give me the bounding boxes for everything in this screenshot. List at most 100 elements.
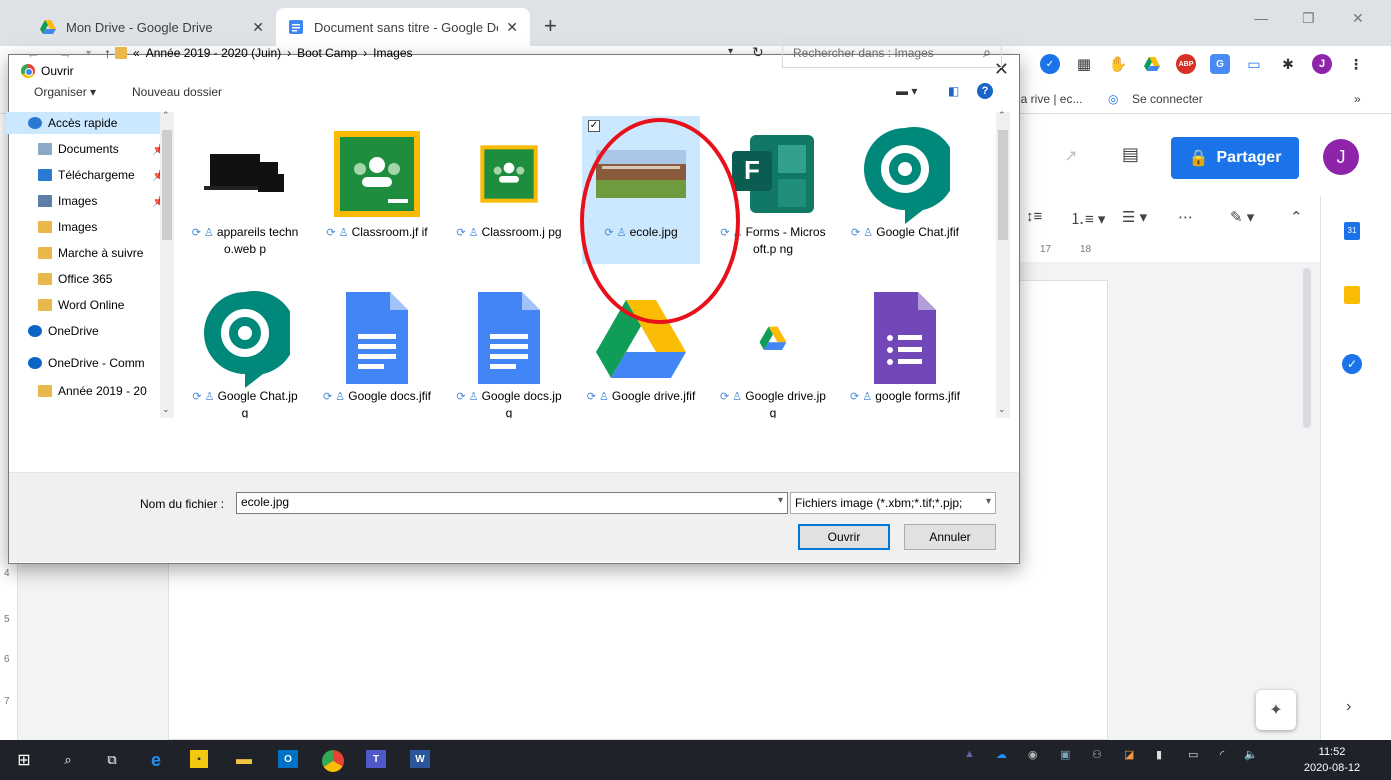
comments-icon[interactable]: ▤ (1122, 144, 1139, 165)
ext-grid-icon[interactable]: ▦ (1074, 54, 1094, 74)
file-explorer-icon[interactable]: ▬ (234, 750, 254, 770)
ext-check-icon[interactable]: ✓ (1040, 54, 1060, 74)
back-arrow-icon[interactable]: ← (26, 45, 40, 61)
files-scrollbar[interactable]: ⌃ ⌄ (996, 110, 1010, 418)
volume-icon[interactable]: 🔈 (1244, 748, 1258, 761)
breadcrumb-part[interactable]: Année 2019 - 2020 (Juin) (146, 46, 281, 60)
ext-translate-icon[interactable]: G (1210, 54, 1230, 74)
nav-item[interactable]: Images (6, 216, 166, 238)
window-close-icon[interactable]: ✕ (1352, 10, 1364, 27)
file-tile[interactable]: ⟳ ♙ Google Chat.jpg (186, 280, 304, 418)
bulleted-list-icon[interactable]: ☰ ▾ (1122, 208, 1147, 226)
more-options-icon[interactable]: ⋯ (1178, 208, 1193, 226)
close-icon[interactable]: ✕ (506, 19, 518, 36)
nav-item[interactable]: Documents📌 (6, 138, 166, 160)
keep-icon[interactable] (1344, 286, 1360, 304)
nav-item[interactable]: Accès rapide (6, 112, 166, 134)
restore-icon[interactable]: ❐ (1302, 10, 1315, 27)
document-scrollbar[interactable] (1303, 268, 1311, 428)
nav-item[interactable]: Marche à suivre (6, 242, 166, 264)
usb-tray-icon[interactable]: ▮ (1156, 748, 1162, 761)
view-options-icon[interactable]: ▬ ▾ (896, 84, 917, 98)
breadcrumb-overflow[interactable]: « (133, 46, 140, 60)
search-icon[interactable]: ⌕ (58, 750, 78, 770)
ext-cast-icon[interactable]: ▭ (1244, 54, 1264, 74)
nav-item[interactable]: OneDrive (6, 320, 166, 342)
teams-tray-icon[interactable]: ▲ (964, 748, 975, 760)
wifi-icon[interactable]: ◜ (1220, 748, 1224, 761)
file-tile[interactable]: ⟳ ♙ google forms.jfif (846, 280, 964, 418)
app-tray-icon-2[interactable]: ◪ (1124, 748, 1134, 761)
outlook-icon[interactable]: O (278, 750, 298, 768)
bookmark-item[interactable]: la rive | ec... (1018, 92, 1082, 106)
edge-icon[interactable]: e (146, 750, 166, 770)
profile-avatar[interactable]: J (1312, 54, 1332, 74)
scroll-down-icon[interactable]: ⌄ (162, 404, 170, 415)
new-tab-plus-icon[interactable]: + (544, 15, 557, 37)
connect-tray-icon[interactable]: ⚇ (1092, 748, 1102, 761)
open-button[interactable]: Ouvrir (798, 524, 890, 550)
file-tile[interactable]: ⟳ ♙ Google docs.jfif (318, 280, 436, 418)
refresh-icon[interactable]: ↻ (752, 44, 764, 61)
chrome-icon[interactable] (322, 750, 344, 772)
close-icon[interactable]: ✕ (252, 19, 264, 36)
file-tile[interactable]: ⟳ ♙ Google Chat.jfif (846, 116, 964, 264)
network-status-icon[interactable]: ◉ (1028, 748, 1038, 761)
file-tile[interactable]: ⟳ ♙ Classroom.j pg (450, 116, 568, 264)
ext-drive-icon[interactable] (1142, 54, 1162, 74)
search-input[interactable]: Rechercher dans : Images ⌕ (782, 38, 1002, 68)
scroll-thumb[interactable] (998, 130, 1008, 240)
file-tile[interactable]: ⟳ ♙ Classroom.jf if (318, 116, 436, 264)
tasks-icon[interactable]: ✓ (1342, 354, 1362, 374)
new-folder-button[interactable]: Nouveau dossier (132, 85, 222, 99)
app-tray-icon[interactable]: ▣ (1060, 748, 1070, 761)
explore-button[interactable]: ✦ (1256, 690, 1296, 730)
nav-item[interactable]: Année 2019 - 20 (6, 380, 166, 402)
file-name-input[interactable]: ecole.jpg ▾ (236, 492, 788, 514)
forward-arrow-icon[interactable]: → (58, 45, 72, 61)
nav-item[interactable]: Téléchargeme📌 (6, 164, 166, 186)
nav-item[interactable]: Word Online (6, 294, 166, 316)
clock[interactable]: 11:52 2020-08-12 (1300, 744, 1364, 776)
battery-icon[interactable]: ▭ (1188, 748, 1198, 761)
line-spacing-icon[interactable]: ↕≡ (1026, 208, 1042, 225)
nav-scrollbar[interactable]: ⌃ ⌄ (160, 110, 174, 418)
scroll-thumb[interactable] (162, 130, 172, 240)
bookmark-item[interactable]: Se connecter (1132, 92, 1203, 106)
file-tile[interactable]: ✓ ⟳ ♙ ecole.jpg (582, 116, 700, 264)
activity-trend-icon[interactable]: ↗ (1064, 146, 1077, 166)
chevron-down-icon[interactable]: ▾ (778, 495, 783, 506)
scroll-up-icon[interactable]: ⌃ (162, 110, 170, 121)
recent-locations-icon[interactable]: ▾ (86, 48, 91, 59)
file-type-select[interactable]: Fichiers image (*.xbm;*.tif;*.pjp; ▾ (790, 492, 996, 514)
ext-hand-icon[interactable]: ✋ (1108, 54, 1128, 74)
breadcrumb-part[interactable]: Boot Camp (297, 46, 357, 60)
address-dropdown-icon[interactable]: ▾ (728, 46, 733, 57)
organize-button[interactable]: Organiser ▾ (34, 85, 96, 99)
file-tile[interactable]: ⟳ ♙ Google docs.jpg (450, 280, 568, 418)
share-button[interactable]: 🔒 Partager (1171, 137, 1299, 179)
chevron-right-icon[interactable]: › (1346, 698, 1351, 716)
bookmarks-more-icon[interactable]: » (1354, 92, 1361, 106)
scroll-up-icon[interactable]: ⌃ (998, 110, 1006, 121)
nav-item[interactable]: Office 365 (6, 268, 166, 290)
edit-mode-icon[interactable]: ✎ ▾ (1230, 208, 1254, 226)
up-arrow-icon[interactable]: ↑ (104, 45, 111, 61)
nav-item[interactable]: OneDrive - Comm (6, 352, 166, 374)
breadcrumb[interactable]: « Année 2019 - 2020 (Juin) › Boot Camp ›… (115, 40, 725, 66)
ext-adblock-icon[interactable]: ABP (1176, 54, 1196, 74)
teams-icon[interactable]: T (366, 750, 386, 768)
browser-menu-icon[interactable]: ⋮ (1346, 54, 1366, 74)
numbered-list-icon[interactable]: ⒈≡ ▾ (1070, 208, 1105, 229)
word-icon[interactable]: W (410, 750, 430, 768)
sticky-notes-icon[interactable]: ▪ (190, 750, 208, 768)
calendar-icon[interactable]: 31 (1344, 222, 1360, 240)
account-avatar[interactable]: J (1323, 139, 1359, 175)
chevron-up-icon[interactable]: ⌃ (1290, 208, 1303, 226)
file-tile[interactable]: ⟳ ♙ Google drive.jfif (582, 280, 700, 418)
file-tile[interactable]: ⟳ ♙ Google drive.jpg (714, 280, 832, 418)
preview-pane-icon[interactable]: ◧ (948, 84, 959, 98)
file-tile[interactable]: ⟳ ♙ appareils techno.web p (186, 116, 304, 264)
extensions-puzzle-icon[interactable]: ✱ (1278, 54, 1298, 74)
windows-start-icon[interactable]: ⊞ (14, 750, 34, 770)
